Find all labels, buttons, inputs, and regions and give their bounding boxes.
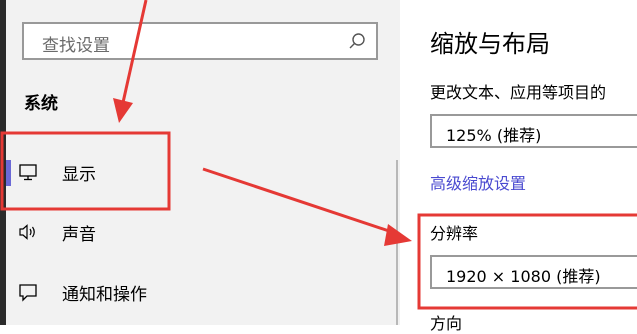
sidebar-scrollbar[interactable] (396, 160, 398, 325)
page-title: 缩放与布局 (430, 30, 550, 58)
scale-description: 更改文本、应用等项目的 (430, 83, 607, 102)
main-content: 缩放与布局 更改文本、应用等项目的 125% (推荐) 高级缩放设置 分辨率 1… (400, 0, 637, 333)
sidebar-item-display[interactable]: 显示 (6, 150, 400, 194)
advanced-scaling-link[interactable]: 高级缩放设置 (430, 170, 526, 194)
speaker-icon (19, 224, 35, 240)
search-placeholder: 查找设置 (42, 36, 110, 56)
scale-value: 125% (推荐) (446, 126, 542, 145)
orientation-label: 方向 (430, 314, 463, 333)
resolution-value: 1920 × 1080 (推荐) (446, 267, 601, 286)
sidebar-item-label: 通知和操作 (62, 285, 147, 305)
monitor-icon (19, 164, 37, 181)
search-input[interactable]: 查找设置 (22, 22, 378, 60)
sidebar-item-notifications[interactable]: 通知和操作 (6, 270, 400, 314)
sidebar-heading: 系统 (24, 94, 58, 114)
resolution-dropdown[interactable]: 1920 × 1080 (推荐) (430, 255, 637, 289)
active-indicator (6, 160, 11, 186)
resolution-label: 分辨率 (430, 224, 479, 243)
sidebar-item-sound[interactable]: 声音 (6, 210, 400, 254)
search-icon[interactable] (348, 32, 366, 50)
sidebar-item-label: 显示 (62, 165, 96, 185)
scale-dropdown[interactable]: 125% (推荐) (430, 114, 637, 148)
settings-sidebar: 查找设置 系统 显示 声音 通知和操作 (6, 0, 400, 325)
notification-icon (19, 284, 37, 302)
sidebar-item-label: 声音 (62, 225, 96, 245)
